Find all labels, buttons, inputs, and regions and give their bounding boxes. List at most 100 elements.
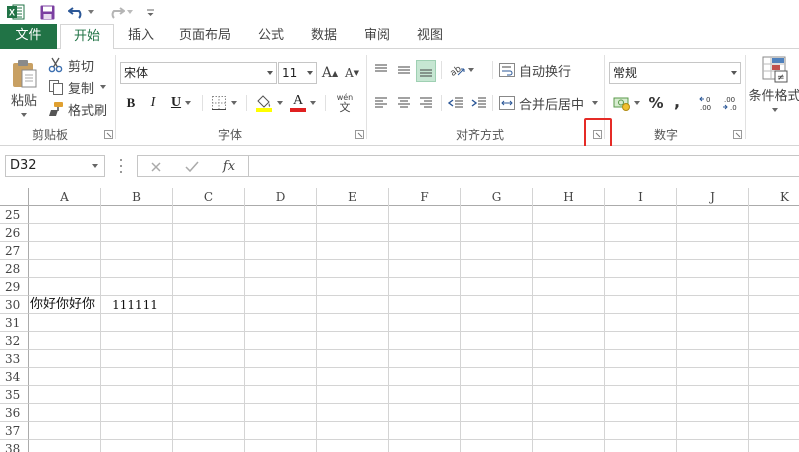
column-header-row: ABCDEFGHIJK: [0, 188, 799, 206]
row-header-29[interactable]: 29: [0, 278, 29, 296]
tab-page-layout[interactable]: 页面布局: [172, 24, 238, 49]
tab-data[interactable]: 数据: [305, 24, 343, 49]
tab-insert[interactable]: 插入: [122, 24, 160, 49]
customize-qat-icon[interactable]: [143, 3, 157, 21]
format-painter-button[interactable]: 格式刷: [48, 100, 108, 119]
table-row[interactable]: [29, 332, 799, 350]
table-row[interactable]: [29, 224, 799, 242]
underline-button[interactable]: U: [167, 93, 195, 113]
resize-handle[interactable]: [119, 159, 123, 173]
table-row[interactable]: [29, 422, 799, 440]
tab-home[interactable]: 开始: [60, 24, 114, 50]
grow-font-button[interactable]: A ▲: [321, 62, 339, 84]
table-row[interactable]: [29, 368, 799, 386]
redo-button[interactable]: [105, 3, 135, 21]
align-center-button[interactable]: [394, 93, 414, 113]
bold-button[interactable]: B: [123, 93, 139, 113]
column-header-d[interactable]: D: [245, 188, 317, 206]
cell-a30[interactable]: 你好你好你: [30, 296, 95, 314]
table-row[interactable]: [29, 242, 799, 260]
column-header-h[interactable]: H: [533, 188, 605, 206]
tab-view[interactable]: 视图: [411, 24, 449, 49]
table-row[interactable]: [29, 206, 799, 224]
column-header-a[interactable]: A: [29, 188, 101, 206]
row-header-33[interactable]: 33: [0, 350, 29, 368]
table-row[interactable]: [29, 440, 799, 452]
align-left-button[interactable]: [371, 93, 391, 113]
cut-button[interactable]: 剪切: [48, 56, 108, 75]
column-header-k[interactable]: K: [749, 188, 799, 206]
column-header-e[interactable]: E: [317, 188, 389, 206]
align-top-button[interactable]: [371, 60, 391, 80]
column-header-i[interactable]: I: [605, 188, 677, 206]
excel-logo-letter: X: [9, 8, 15, 18]
align-right-button[interactable]: [416, 93, 436, 113]
tab-review[interactable]: 审阅: [358, 24, 396, 49]
italic-button[interactable]: I: [145, 93, 161, 113]
row-header-32[interactable]: 32: [0, 332, 29, 350]
font-color-button[interactable]: A: [286, 92, 320, 114]
table-row[interactable]: [29, 278, 799, 296]
font-size-combo[interactable]: 11: [278, 62, 317, 84]
align-bottom-button[interactable]: [416, 60, 436, 82]
font-name-combo[interactable]: 宋体: [120, 62, 277, 84]
enter-formula-button[interactable]: [182, 158, 202, 176]
excel-app-icon[interactable]: X: [6, 3, 26, 21]
decrease-indent-button[interactable]: [446, 93, 466, 113]
insert-function-button[interactable]: fx: [218, 157, 240, 175]
svg-text:.00: .00: [700, 104, 711, 112]
wrap-text-button[interactable]: 自动换行: [499, 60, 575, 80]
phonetic-guide-button[interactable]: wén 文: [330, 90, 360, 116]
dialog-launcher-icon[interactable]: [355, 130, 364, 139]
formula-input[interactable]: [249, 155, 799, 177]
group-divider: [745, 55, 746, 139]
column-header-g[interactable]: G: [461, 188, 533, 206]
borders-button[interactable]: [208, 93, 240, 113]
fill-color-button[interactable]: [252, 92, 286, 114]
dialog-launcher-icon[interactable]: [733, 130, 742, 139]
table-row[interactable]: [29, 404, 799, 422]
tab-file[interactable]: 文件: [0, 24, 57, 49]
copy-button[interactable]: 复制: [48, 78, 110, 97]
undo-button[interactable]: [66, 3, 96, 21]
table-row[interactable]: [29, 260, 799, 278]
column-header-c[interactable]: C: [173, 188, 245, 206]
conditional-formatting-button[interactable]: ≠ 条件格式: [749, 55, 799, 119]
column-header-f[interactable]: F: [389, 188, 461, 206]
increase-indent-button[interactable]: [469, 93, 489, 113]
row-header-28[interactable]: 28: [0, 260, 29, 278]
number-format-combo[interactable]: 常规: [609, 62, 741, 84]
row-header-30[interactable]: 30: [0, 296, 29, 314]
table-row[interactable]: [29, 386, 799, 404]
cancel-formula-button[interactable]: [146, 158, 166, 176]
dialog-launcher-icon[interactable]: [104, 130, 113, 139]
paste-button[interactable]: 粘贴: [6, 55, 42, 121]
row-header-37[interactable]: 37: [0, 422, 29, 440]
shrink-font-button[interactable]: A ▼: [343, 62, 361, 84]
percent-button[interactable]: %: [646, 92, 666, 114]
accounting-format-button[interactable]: [609, 92, 643, 114]
row-header-35[interactable]: 35: [0, 386, 29, 404]
merge-center-button[interactable]: 合并后居中: [499, 93, 599, 113]
row-header-31[interactable]: 31: [0, 314, 29, 332]
row-header-38[interactable]: 38: [0, 440, 29, 452]
select-all-corner[interactable]: [0, 188, 29, 206]
column-header-b[interactable]: B: [101, 188, 173, 206]
column-header-j[interactable]: J: [677, 188, 749, 206]
align-middle-button[interactable]: [394, 60, 414, 80]
orientation-button[interactable]: ab: [446, 60, 476, 80]
row-header-34[interactable]: 34: [0, 368, 29, 386]
name-box[interactable]: D32: [5, 155, 105, 177]
decrease-decimal-button[interactable]: .00 .0: [720, 92, 740, 114]
row-header-25[interactable]: 25: [0, 206, 29, 224]
save-icon[interactable]: [37, 3, 57, 21]
row-header-36[interactable]: 36: [0, 404, 29, 422]
row-header-26[interactable]: 26: [0, 224, 29, 242]
tab-formulas[interactable]: 公式: [252, 24, 290, 49]
table-row[interactable]: [29, 314, 799, 332]
increase-decimal-button[interactable]: 0 .00: [697, 92, 717, 114]
row-header-27[interactable]: 27: [0, 242, 29, 260]
comma-button[interactable]: ,: [668, 90, 686, 112]
table-row[interactable]: [29, 350, 799, 368]
cell-b30[interactable]: 111111: [102, 296, 168, 314]
